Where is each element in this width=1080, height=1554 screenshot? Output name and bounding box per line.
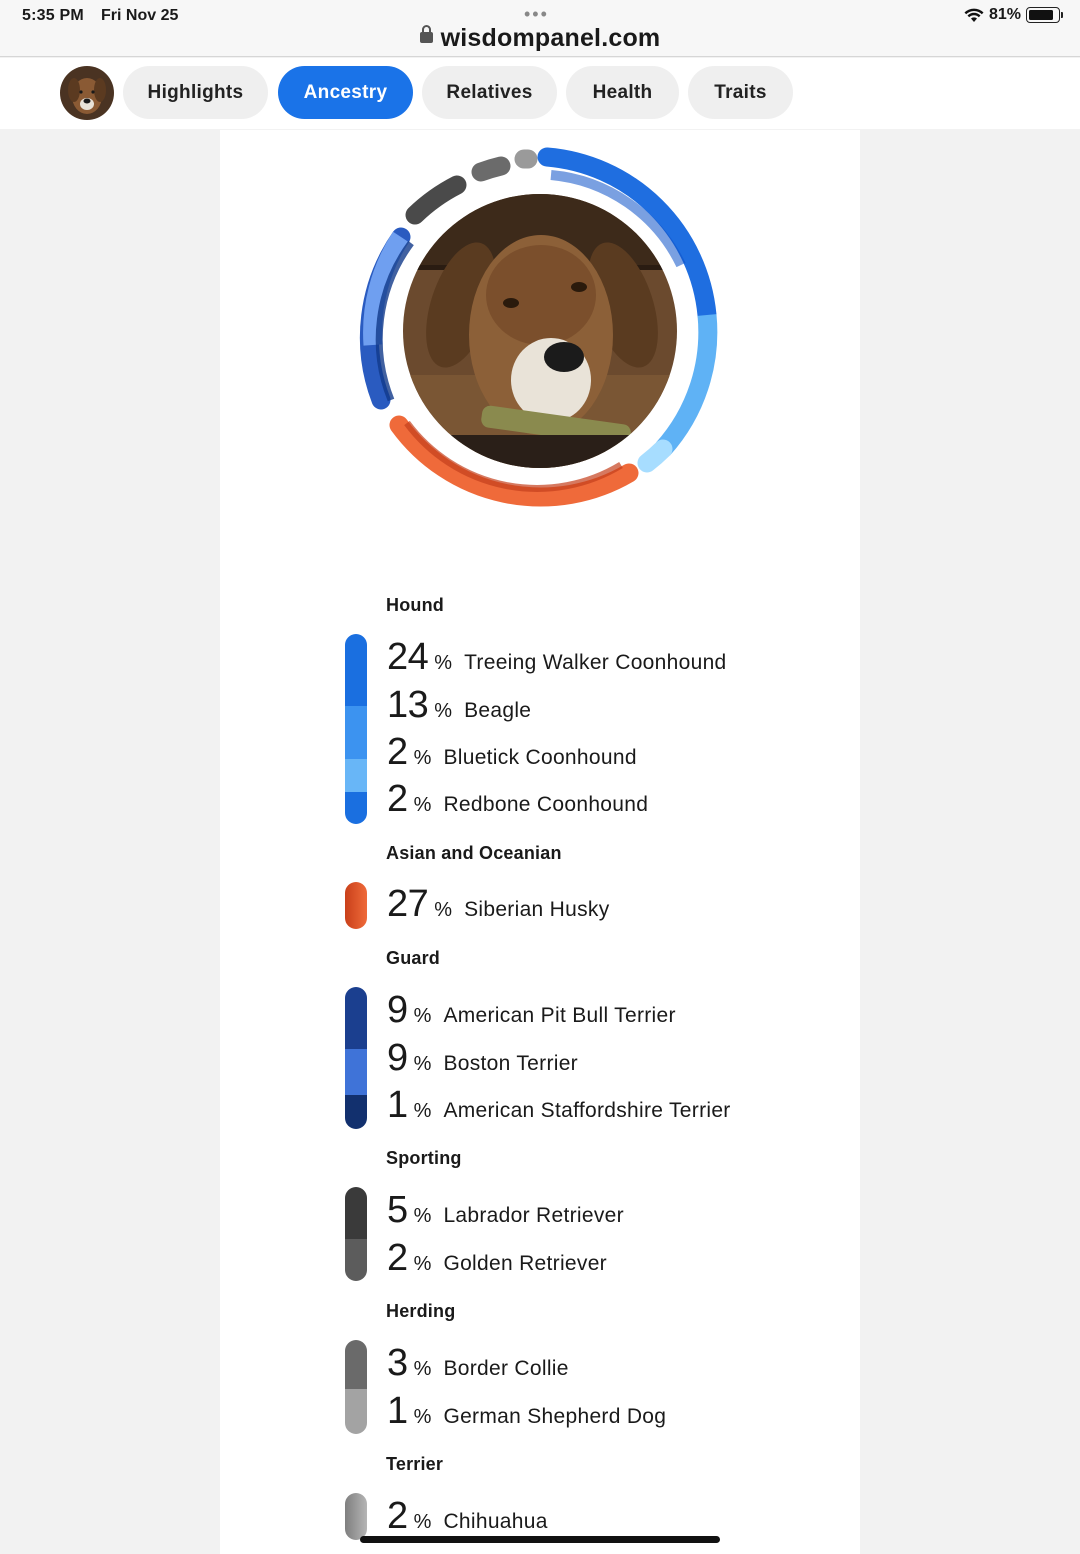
breed-row[interactable]: 27% Siberian Husky (387, 883, 610, 926)
breed-row[interactable]: 5% Labrador Retriever (387, 1189, 624, 1232)
breed-row[interactable]: 24% Treeing Walker Coonhound (387, 636, 727, 679)
home-indicator[interactable] (360, 1536, 720, 1543)
group-title-hound: Hound (386, 595, 444, 615)
group-title-herding: Herding (386, 1301, 456, 1321)
group-title-sporting: Sporting (386, 1148, 462, 1168)
breed-row[interactable]: 2% Bluetick Coonhound (387, 731, 637, 774)
tab-highlights[interactable]: Highlights (123, 66, 268, 119)
breed-row[interactable]: 9% Boston Terrier (387, 1037, 578, 1080)
tab-health[interactable]: Health (566, 66, 679, 119)
breed-row[interactable]: 2% Redbone Coonhound (387, 778, 648, 821)
wifi-icon (964, 8, 984, 22)
more-dots-icon[interactable]: ••• (524, 4, 549, 25)
group-bar-sporting (345, 1187, 367, 1281)
breed-row[interactable]: 3% Border Collie (387, 1342, 569, 1385)
group-bar-hound (345, 634, 367, 824)
group-bar-asian-oceanian (345, 882, 367, 929)
url-text: wisdompanel.com (440, 24, 661, 52)
ring-segment-herding (471, 156, 511, 182)
address-bar[interactable]: wisdompanel.com (0, 24, 1080, 53)
ring-segment-sporting (405, 175, 467, 225)
ancestry-ring (359, 147, 718, 507)
lock-icon (419, 24, 433, 43)
dog-photo (403, 194, 677, 468)
status-right: 81% (964, 6, 1063, 24)
group-title-asian-oceanian: Asian and Oceanian (386, 843, 562, 863)
breed-row[interactable]: 2% Golden Retriever (387, 1237, 607, 1280)
breed-row[interactable]: 1% American Staffordshire Terrier (387, 1084, 731, 1127)
ring-segment-hound-3 (637, 439, 673, 473)
status-time: 5:35 PM (22, 7, 84, 24)
group-bar-terrier (345, 1493, 367, 1540)
breed-row[interactable]: 1% German Shepherd Dog (387, 1390, 666, 1433)
group-bar-herding (345, 1340, 367, 1434)
group-title-terrier: Terrier (386, 1454, 444, 1474)
group-bar-guard (345, 987, 367, 1129)
breed-row[interactable]: 9% American Pit Bull Terrier (387, 989, 676, 1032)
tab-traits[interactable]: Traits (688, 66, 793, 119)
battery-icon (1026, 7, 1063, 23)
breed-row[interactable]: 13% Beagle (387, 684, 531, 727)
dog-avatar[interactable] (60, 66, 114, 120)
status-date: Fri Nov 25 (101, 7, 179, 24)
breed-row[interactable]: 2% Chihuahua (387, 1495, 548, 1538)
section-nav: Highlights Ancestry Relatives Health Tra… (0, 58, 1080, 129)
tab-ancestry[interactable]: Ancestry (278, 66, 413, 119)
tab-relatives[interactable]: Relatives (422, 66, 557, 119)
browser-top-bar: 5:35 PM Fri Nov 25 ••• 81% wisdompanel.c… (0, 0, 1080, 57)
group-title-guard: Guard (386, 948, 441, 968)
battery-percent: 81% (988, 6, 1021, 23)
